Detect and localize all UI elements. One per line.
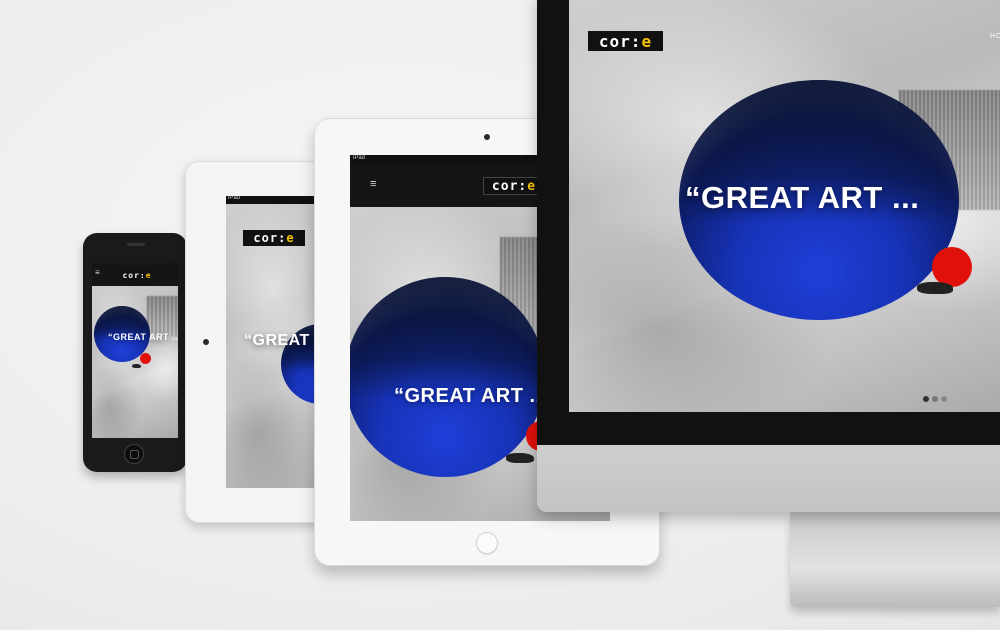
status-label: iPad	[228, 196, 241, 201]
logo-accent: e	[286, 231, 295, 245]
logo-accent: e	[527, 178, 537, 194]
phone-red-circle	[140, 353, 151, 364]
tablet-back-logo[interactable]: cor: e	[243, 230, 305, 246]
phone-menu-icon[interactable]: ≡	[95, 268, 100, 277]
tablet-front-home-button[interactable]	[476, 532, 498, 554]
square-icon	[130, 450, 139, 459]
slider-dot[interactable]	[932, 396, 938, 402]
desktop-red-circle	[932, 247, 972, 287]
tablet-front-bull-figure	[506, 453, 534, 463]
desktop-hero: cor: e HO “GREAT ART ...	[569, 0, 1000, 412]
phone-bull-figure	[132, 364, 141, 368]
logo-accent: e	[145, 270, 152, 280]
tablet-front-headline: “GREAT ART ...	[394, 385, 548, 407]
desktop-logo[interactable]: cor: e	[588, 31, 663, 51]
phone-screen: ≡ cor: e “GREAT ART ...	[92, 263, 178, 438]
tablet-front-menu-icon[interactable]: ≡	[370, 178, 376, 190]
logo-text: cor:	[122, 270, 146, 280]
desktop-headline: “GREAT ART ...	[685, 180, 920, 215]
logo-text: cor:	[598, 31, 642, 51]
logo-accent: e	[641, 31, 653, 51]
phone-headline: “GREAT ART ...	[108, 332, 178, 342]
phone-logo[interactable]: cor: e	[122, 270, 152, 280]
tablet-front-camera	[484, 134, 490, 140]
tablet-front-logo[interactable]: cor: e	[484, 178, 544, 194]
monitor-stand	[790, 512, 1000, 607]
desktop-nav-home-link[interactable]: HO	[990, 33, 1000, 40]
monitor-screen: cor: e HO “GREAT ART ...	[569, 0, 1000, 412]
slider-dot-active[interactable]	[923, 396, 929, 402]
logo-text: cor:	[253, 231, 287, 245]
phone-hero: “GREAT ART ...	[92, 286, 178, 438]
status-label: iPad	[353, 155, 366, 161]
logo-text: cor:	[491, 178, 528, 194]
slider-dots	[923, 396, 949, 402]
phone-crowd-image	[147, 296, 178, 336]
phone-device: ≡ cor: e “GREAT ART ...	[83, 233, 187, 472]
desktop-bull-figure	[917, 282, 953, 294]
monitor-device: cor: e HO “GREAT ART ...	[537, 0, 1000, 512]
slider-dot[interactable]	[941, 396, 947, 402]
tablet-back-camera	[203, 339, 209, 345]
phone-home-button[interactable]	[124, 444, 144, 464]
phone-speaker	[127, 243, 145, 246]
tablet-front-blue-circle	[350, 277, 545, 477]
